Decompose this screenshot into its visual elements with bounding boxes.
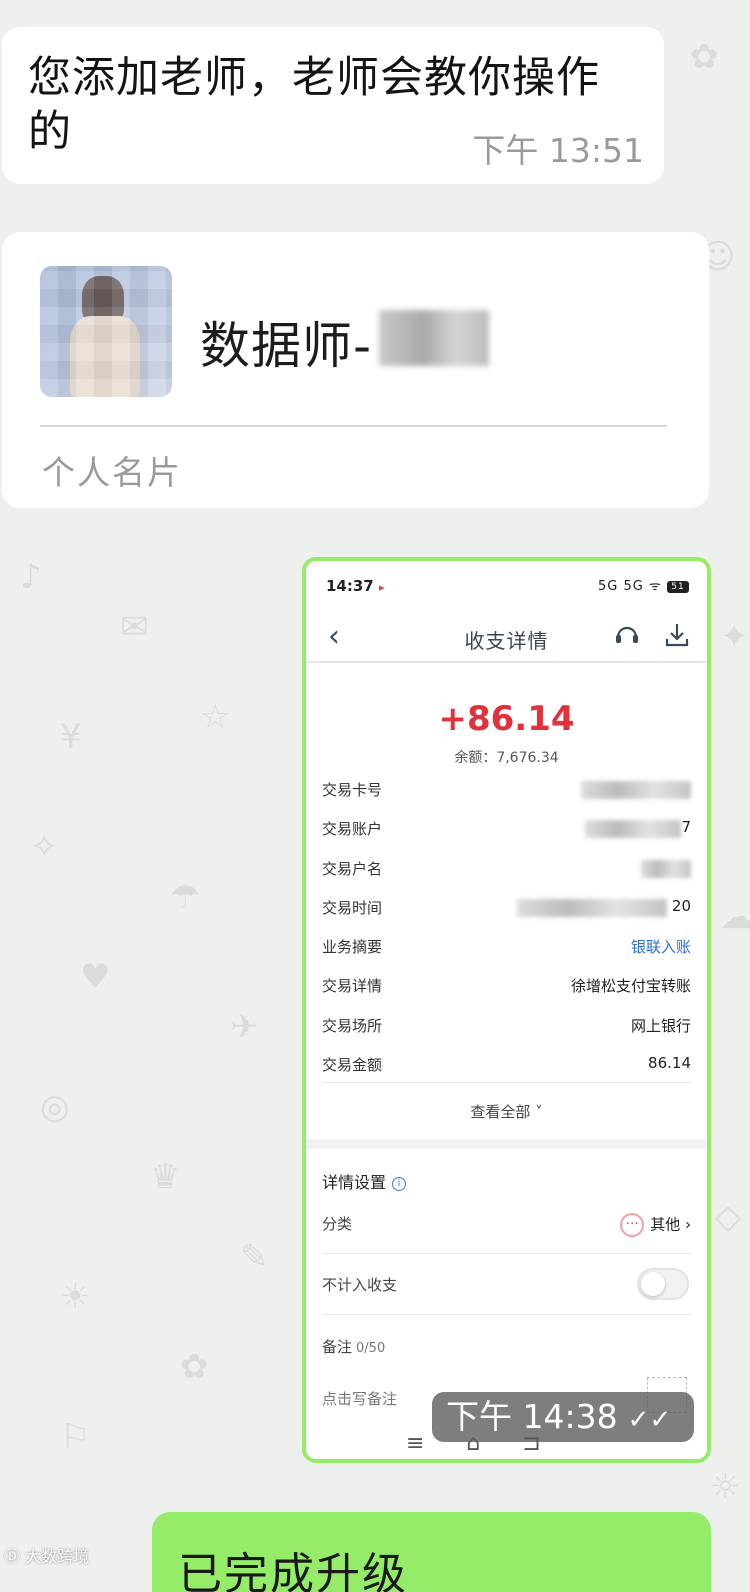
contact-card-label: 个人名片 — [42, 453, 182, 492]
view-all-link: 查看全部 ˅ — [470, 1103, 543, 1121]
exclude-toggle — [637, 1268, 689, 1300]
image-timestamp: 下午 14:38 ✓✓ — [432, 1392, 694, 1442]
detail-row: 交易户名 — [322, 850, 691, 889]
detail-row: 交易时间 20 — [322, 896, 691, 917]
contact-name: 数据师- — [200, 317, 373, 375]
screenshot-nav-bar: ‹ 收支详情 — [306, 613, 707, 663]
detail-row: 交易场所 网上银行 — [322, 1016, 691, 1035]
exclude-row: 不计入收支 — [322, 1254, 691, 1315]
other-category-icon: ··· — [620, 1213, 645, 1237]
status-time: 14:37 ▸ — [326, 577, 385, 595]
transaction-detail-list: 交易卡号 交易账户 7 交易户名 交易时间 20 业务摘要 银联入账 交易详情 … — [322, 771, 691, 1085]
transaction-amount: +86.14 — [438, 699, 575, 739]
battery-icon: 51 — [667, 580, 689, 593]
status-icons: 5G 5G ᯤ 51 — [598, 576, 689, 594]
watermark: Ⓓ 大数跨境 — [4, 1547, 90, 1566]
incoming-message-bubble[interactable]: 您添加老师，老师会教你操作的 下午 13:51 — [2, 27, 664, 184]
outgoing-message-bubble[interactable]: 已完成升级 — [152, 1512, 711, 1592]
account-balance: 余额：7,676.34 — [454, 750, 559, 766]
details-settings-title: 详情设置 i — [322, 1169, 407, 1193]
note-placeholder: 点击写备注 — [322, 1390, 398, 1408]
category-row: 分类 ··· 其他 › — [322, 1193, 691, 1254]
nav-title: 收支详情 — [464, 629, 549, 653]
note-label: 备注 0/50 — [322, 1338, 386, 1356]
contact-name-redaction — [379, 310, 489, 366]
card-divider — [40, 425, 667, 427]
detail-row: 交易详情 徐增松支付宝转账 — [322, 977, 691, 996]
contact-avatar — [40, 266, 172, 397]
detail-row: 交易账户 7 — [322, 818, 691, 839]
detail-row: 交易金额 86.14 — [322, 1054, 691, 1075]
download-icon — [665, 624, 689, 647]
contact-card-bubble[interactable]: 数据师- 个人名片 — [2, 232, 709, 508]
watermark-logo-icon: Ⓓ — [4, 1547, 21, 1566]
section-gap — [306, 1139, 707, 1149]
image-message-bubble[interactable]: 14:37 ▸ 5G 5G ᯤ 51 ‹ 收支详情 +86.14 余额：7,67… — [302, 557, 711, 1463]
info-icon: i — [392, 1176, 407, 1191]
customer-service-icon — [616, 626, 638, 643]
detail-row: 业务摘要 银联入账 — [322, 938, 691, 957]
message-text: 已完成升级 — [178, 1549, 408, 1592]
list-divider — [322, 1082, 691, 1083]
message-time: 下午 13:51 — [472, 131, 644, 170]
read-receipt-icon: ✓✓ — [627, 1405, 672, 1435]
detail-row: 交易卡号 — [322, 771, 691, 810]
